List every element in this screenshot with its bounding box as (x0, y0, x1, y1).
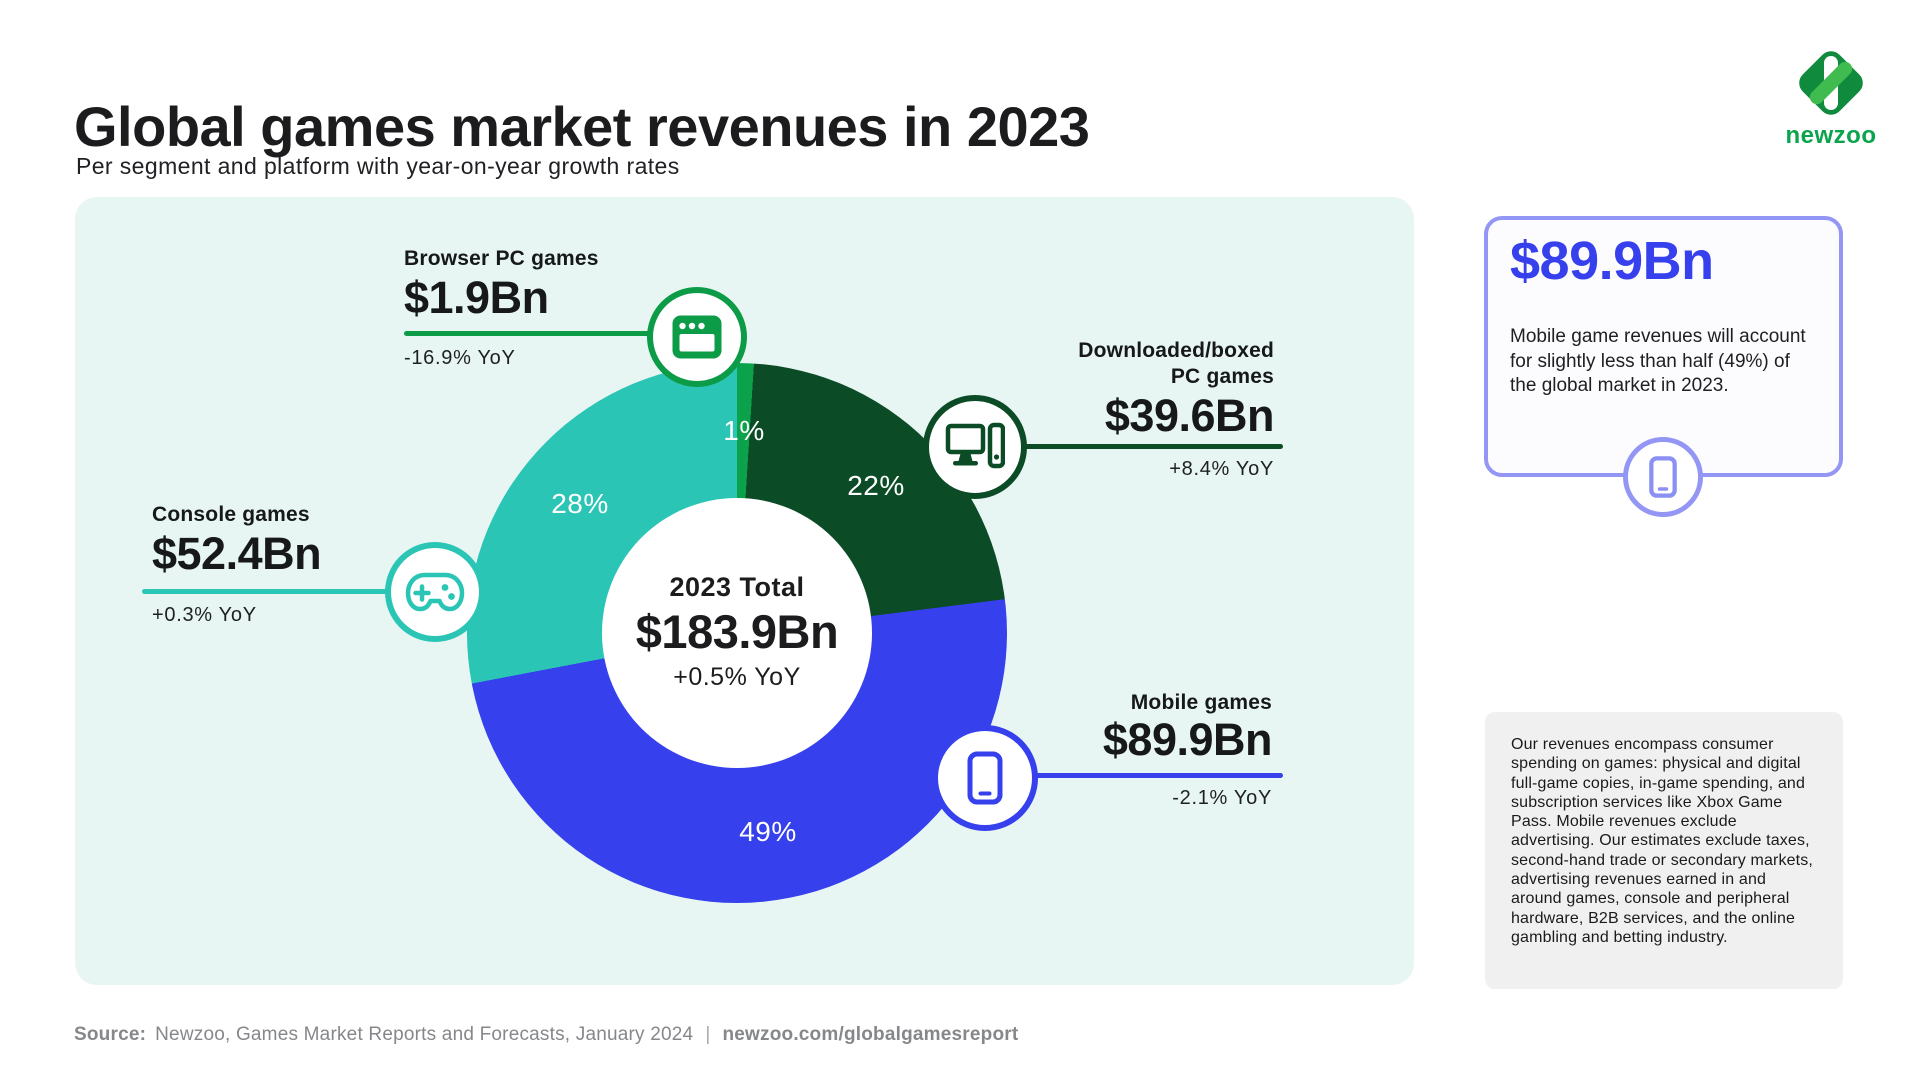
segment-name-mobile: Mobile games (1130, 691, 1272, 714)
segment-value-console: $52.4Bn (152, 528, 322, 579)
segment-value-mobile: $89.9Bn (1102, 714, 1273, 765)
source-text: Newzoo, Games Market Reports and Forecas… (155, 1024, 694, 1045)
slice-share-console: 28% (551, 488, 609, 519)
segment-yoy-mobile: -2.1% YoY (1172, 787, 1272, 809)
smartphone-icon (1649, 456, 1677, 498)
slice-share-mobile: 49% (739, 816, 797, 847)
highlight-text: Mobile game revenues will account for sl… (1510, 326, 1806, 396)
slice-share-browser: 1% (723, 415, 765, 446)
global-games-report-link[interactable]: newzoo.com/globalgamesreport (722, 1024, 1018, 1046)
segment-icon-circle-mobile (932, 725, 1038, 831)
desktop-pc-icon (945, 422, 1005, 469)
methodology-note-text: Our revenues encompass consumer spending… (1511, 736, 1814, 946)
total-label: 2023 Total (669, 572, 805, 602)
highlight-badge-circle (1623, 437, 1703, 517)
segment-yoy-console: +0.3% YoY (152, 604, 257, 626)
smartphone-icon (967, 751, 1003, 805)
segment-icon-circle-console (385, 542, 485, 642)
segment-value-browser: $1.9Bn (404, 272, 549, 323)
total-value: $183.9Bn (635, 605, 839, 658)
methodology-note-box: Our revenues encompass consumer spending… (1485, 712, 1843, 989)
segment-name-console: Console games (152, 503, 310, 526)
segment-icon-circle-downloaded (923, 395, 1027, 499)
segment-icon-circle-browser (647, 287, 747, 387)
segment-name-downloaded: Downloaded/boxed PC games (1078, 339, 1274, 388)
highlight-value: $89.9Bn (1510, 231, 1714, 291)
browser-window-icon (672, 315, 722, 359)
total-yoy: +0.5% YoY (673, 663, 801, 691)
slice-share-downloaded: 22% (847, 470, 905, 501)
newzoo-wordmark: newzoo (1785, 122, 1877, 149)
page-title: Global games market revenues in 2023 (74, 94, 1090, 158)
donut-center-total: 2023 Total $183.9Bn +0.5% YoY (587, 570, 887, 694)
source-label: Source: (74, 1024, 147, 1045)
segment-yoy-downloaded: +8.4% YoY (1169, 458, 1274, 480)
gamepad-icon (405, 572, 465, 612)
segment-value-downloaded: $39.6Bn (1104, 390, 1275, 441)
footer-separator: | (705, 1024, 711, 1045)
segment-name-browser: Browser PC games (404, 247, 599, 270)
source-footer: Source: Newzoo, Games Market Reports and… (74, 1024, 1018, 1046)
newzoo-logo-icon (1799, 51, 1863, 115)
page-subtitle: Per segment and platform with year-on-ye… (76, 153, 680, 179)
segment-yoy-browser: -16.9% YoY (404, 347, 516, 369)
